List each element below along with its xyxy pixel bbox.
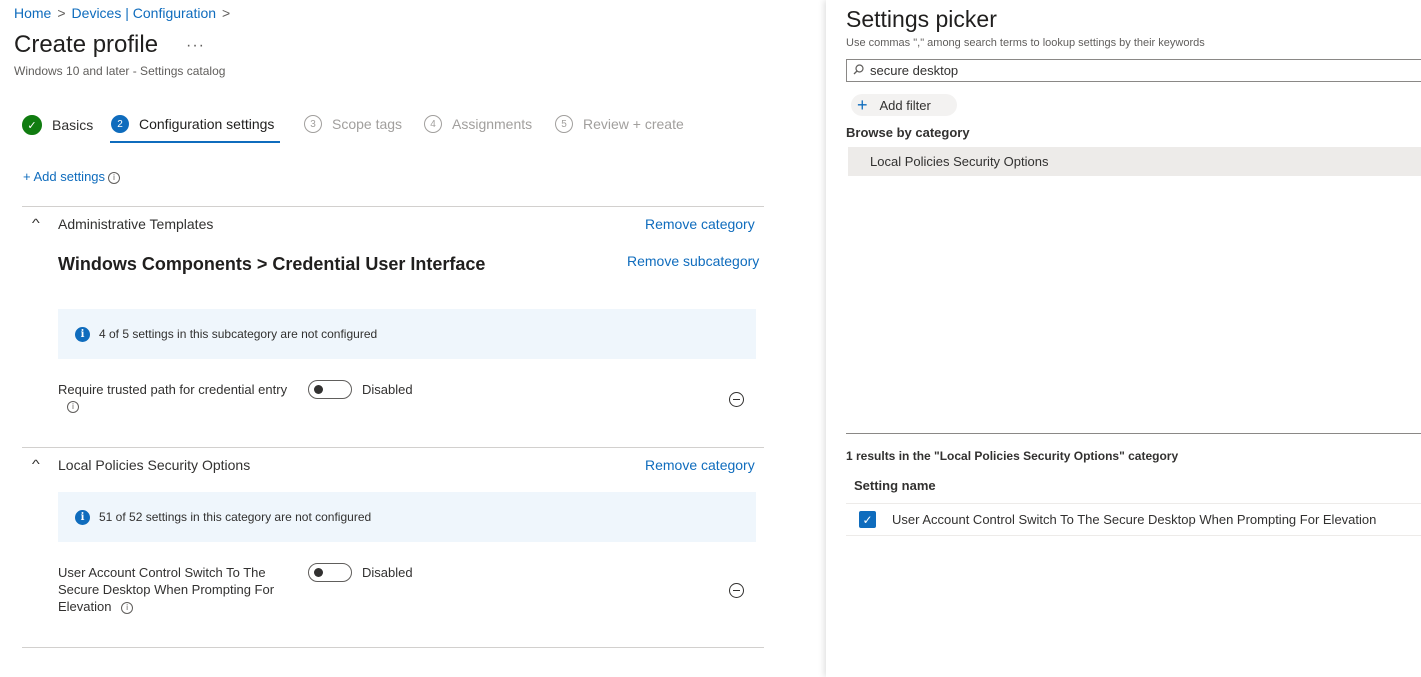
setting-label-line: Secure Desktop When Prompting For <box>58 582 275 597</box>
add-settings-label[interactable]: + Add settings <box>23 169 105 184</box>
add-filter-label: Add filter <box>879 97 931 113</box>
active-step-underline <box>110 141 280 143</box>
info-bar: i 51 of 52 settings in this category are… <box>58 492 756 542</box>
step-number: 5 <box>555 115 573 133</box>
info-icon[interactable]: i <box>67 401 79 413</box>
more-icon[interactable]: ··· <box>186 37 205 55</box>
setting-label: Require trusted path for credential entr… <box>58 382 288 397</box>
chevron-right-icon: > <box>222 5 231 21</box>
step-basics[interactable]: ✓ Basics <box>22 115 93 135</box>
results-summary: 1 results in the "Local Policies Securit… <box>846 449 1179 463</box>
left-pane: Home > Devices | Configuration > Create pro… <box>0 0 826 677</box>
browse-by-category-label: Browse by category <box>846 125 970 140</box>
info-icon[interactable]: i <box>121 601 134 614</box>
remove-subcategory-button[interactable]: Remove subcategory <box>627 253 759 269</box>
search-input[interactable] <box>870 63 1390 78</box>
step-assignments[interactable]: 4 Assignments <box>424 115 532 133</box>
step-scope-tags[interactable]: 3 Scope tags <box>304 115 402 133</box>
category-item-label: Local Policies Security Options <box>870 154 1049 169</box>
settings-picker-pane: Settings picker Use commas "," among sea… <box>826 0 1421 677</box>
divider <box>22 206 764 207</box>
breadcrumb-home[interactable]: Home <box>14 5 51 21</box>
add-filter-button[interactable]: + Add filter <box>851 94 957 116</box>
remove-circle-icon[interactable] <box>729 583 744 598</box>
chevron-up-icon[interactable]: ^ <box>32 216 40 230</box>
step-configuration-settings[interactable]: 2 Configuration settings <box>111 115 274 133</box>
page-title: Create profile <box>14 31 159 58</box>
remove-category-button[interactable]: Remove category <box>645 457 755 473</box>
setting-toggle[interactable] <box>308 380 352 399</box>
step-number: 3 <box>304 115 322 133</box>
setting-toggle[interactable] <box>308 563 352 582</box>
toggle-knob <box>314 385 323 394</box>
divider <box>846 433 1421 434</box>
step-label: Scope tags <box>332 116 403 132</box>
step-number: 2 <box>111 115 129 133</box>
info-text: 4 of 5 settings in this subcategory are … <box>99 327 378 341</box>
step-number: 4 <box>424 115 442 133</box>
step-label: Assignments <box>452 116 533 132</box>
column-header-setting-name[interactable]: Setting name <box>854 478 936 493</box>
chevron-up-icon[interactable]: ^ <box>32 457 40 471</box>
setting-label-line-last: Elevation i <box>58 598 274 615</box>
setting-label: User Account Control Switch To The Secur… <box>58 564 274 615</box>
subcategory-title: Windows Components > Credential User Int… <box>58 254 486 274</box>
add-icon: + <box>857 95 868 115</box>
info-icon: i <box>75 509 90 525</box>
divider <box>22 647 764 648</box>
wizard-steps: ✓ Basics 2 Configuration settings 3 Scop… <box>22 115 722 145</box>
step-label: Review + create <box>583 116 684 132</box>
page-subtitle: Windows 10 and later - Settings catalog <box>14 64 226 78</box>
add-settings-link[interactable]: + Add settings i <box>23 169 121 184</box>
step-label: Basics <box>52 117 94 133</box>
toggle-state-label: Disabled <box>362 382 413 397</box>
picker-hint: Use commas "," among search terms to loo… <box>846 37 1205 49</box>
setting-label-line: User Account Control Switch To The <box>58 565 266 580</box>
toggle-knob <box>314 568 323 577</box>
result-row[interactable]: ✓ User Account Control Switch To The Sec… <box>846 504 1421 535</box>
category-title: Local Policies Security Options <box>58 457 251 473</box>
picker-title: Settings picker <box>846 6 997 32</box>
info-icon[interactable]: i <box>108 171 121 184</box>
breadcrumb-devices[interactable]: Devices | Configuration <box>72 5 216 21</box>
info-text: 51 of 52 settings in this category are n… <box>99 510 372 524</box>
divider <box>22 447 764 448</box>
toggle-state-label: Disabled <box>362 565 413 580</box>
info-icon: i <box>75 326 90 342</box>
info-bar: i 4 of 5 settings in this subcategory ar… <box>58 309 756 359</box>
search-box[interactable] <box>846 59 1421 82</box>
step-label: Configuration settings <box>139 116 275 132</box>
breadcrumb: Home > Devices | Configuration > <box>14 5 236 21</box>
divider <box>846 535 1421 536</box>
search-icon <box>853 63 864 78</box>
category-list-item[interactable]: Local Policies Security Options <box>848 147 1421 176</box>
result-setting-name: User Account Control Switch To The Secur… <box>892 512 1377 527</box>
setting-label-line: Elevation <box>58 599 112 614</box>
remove-category-button[interactable]: Remove category <box>645 216 755 232</box>
category-title: Administrative Templates <box>58 216 214 232</box>
remove-circle-icon[interactable] <box>729 392 744 407</box>
step-review-create[interactable]: 5 Review + create <box>555 115 684 133</box>
chevron-right-icon: > <box>57 5 66 21</box>
checkbox-checked-icon[interactable]: ✓ <box>859 511 876 528</box>
check-icon: ✓ <box>22 115 42 135</box>
